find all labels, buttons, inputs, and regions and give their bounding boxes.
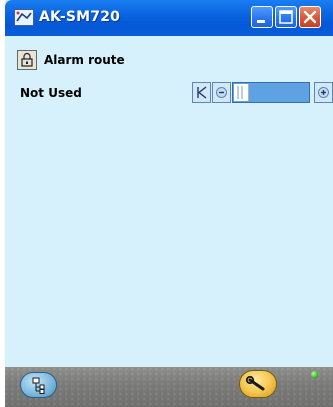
lock-icon (21, 52, 33, 67)
grip-icon (237, 86, 243, 99)
app-icon (14, 9, 34, 26)
maximize-icon (279, 10, 293, 24)
route-status-label: Not Used (20, 86, 82, 100)
wrench-icon (245, 375, 265, 391)
skip-to-start-icon (197, 86, 207, 99)
route-slider[interactable] (192, 82, 333, 103)
maximize-button[interactable] (275, 6, 297, 28)
close-icon (303, 10, 317, 24)
tree-icon (32, 377, 45, 394)
slider-thumb[interactable] (234, 84, 249, 101)
increment-button[interactable] (314, 82, 333, 103)
minimize-icon (257, 20, 265, 23)
minimize-button[interactable] (251, 6, 273, 28)
tools-button[interactable] (239, 370, 277, 398)
window-title: AK-SM720 (39, 9, 121, 25)
title-bar[interactable]: AK-SM720 (5, 0, 333, 36)
close-button[interactable] (299, 6, 321, 28)
navigation-tree-button[interactable] (20, 372, 57, 398)
page-title: Alarm route (44, 53, 125, 67)
decrement-button[interactable] (212, 82, 231, 103)
plus-icon (318, 87, 329, 98)
route-icon[interactable] (17, 50, 37, 70)
connection-status-indicator (311, 371, 318, 378)
app-window: AK-SM720 Alarm route Not Used (5, 0, 333, 407)
first-button[interactable] (192, 82, 211, 103)
slider-track[interactable] (232, 82, 310, 103)
minus-icon (216, 87, 227, 98)
